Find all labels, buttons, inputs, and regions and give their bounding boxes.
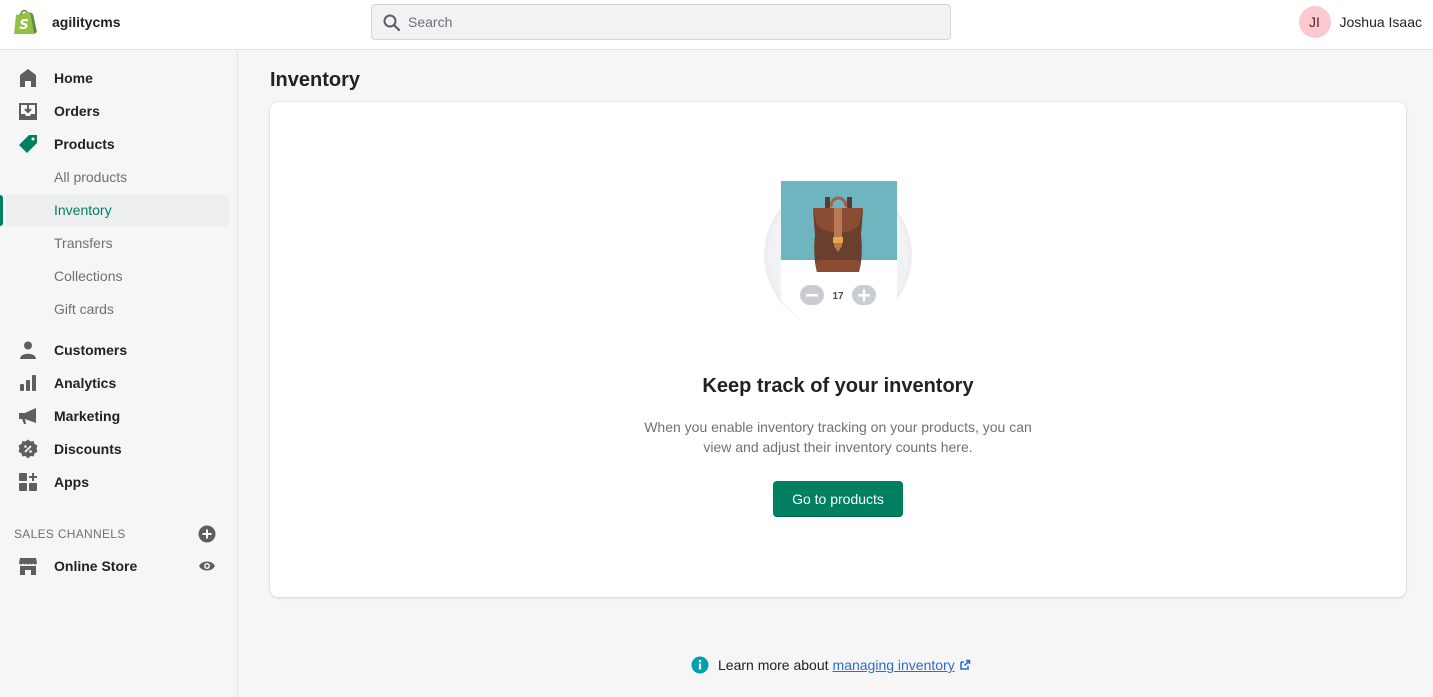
sidebar-item-discounts[interactable]: Discounts [0, 433, 238, 465]
search-icon [383, 14, 401, 32]
add-sales-channel-icon[interactable] [198, 525, 216, 543]
backpack-illustration: 17 [764, 181, 912, 330]
eye-icon[interactable] [198, 557, 216, 575]
sidebar: Home Orders Products All products Invent… [0, 51, 238, 697]
managing-inventory-link[interactable]: managing inventory [833, 657, 955, 673]
active-highlight [6, 194, 229, 226]
external-link-icon[interactable] [959, 659, 971, 671]
sidebar-item-label: Analytics [54, 375, 117, 391]
top-bar: S agilitycms JI Joshua Isaac [0, 0, 1433, 50]
apps-icon [19, 473, 37, 491]
tag-icon [19, 135, 37, 153]
sidebar-subitem-label: Transfers [54, 235, 113, 251]
megaphone-icon [19, 408, 36, 424]
illustration-counter: 17 [832, 291, 844, 302]
sidebar-item-label: Orders [54, 103, 100, 119]
sidebar-item-home[interactable]: Home [0, 62, 238, 94]
empty-state-title: Keep track of your inventory [702, 375, 974, 397]
sales-channels-heading: SALES CHANNELS [14, 527, 126, 541]
home-icon [20, 69, 36, 87]
sidebar-subitem-gift-cards[interactable]: Gift cards [0, 293, 238, 325]
sidebar-item-products[interactable]: Products [0, 128, 238, 160]
empty-state-description: When you enable inventory tracking on yo… [644, 419, 1032, 455]
discount-icon [18, 439, 38, 459]
sidebar-subitem-collections[interactable]: Collections [0, 260, 238, 292]
sidebar-item-label: Marketing [54, 408, 121, 424]
sidebar-item-analytics[interactable]: Analytics [0, 367, 238, 399]
sidebar-item-online-store[interactable]: Online Store [0, 550, 238, 582]
sidebar-item-apps[interactable]: Apps [0, 466, 238, 498]
empty-state-card: 17 Keep track of your inventory When you… [270, 102, 1406, 597]
store-name[interactable]: agilitycms [52, 14, 120, 30]
sidebar-subitem-label: Inventory [54, 202, 112, 218]
go-to-products-button[interactable]: Go to products [773, 481, 903, 517]
sidebar-subitem-label: All products [54, 169, 128, 185]
orders-icon [19, 103, 37, 120]
sidebar-subitem-label: Gift cards [54, 301, 114, 317]
sidebar-subitem-inventory[interactable]: Inventory [0, 194, 238, 226]
customer-icon [20, 341, 36, 359]
info-icon [691, 656, 709, 674]
search-bar[interactable] [371, 4, 951, 40]
sidebar-item-label: Home [54, 70, 93, 86]
sidebar-item-label: Products [54, 136, 115, 152]
sidebar-subitem-transfers[interactable]: Transfers [0, 227, 238, 259]
store-icon [19, 558, 37, 575]
footer-help-text: Learn more about [718, 657, 829, 673]
user-name: Joshua Isaac [1339, 14, 1423, 30]
shopify-logo-icon[interactable]: S [12, 8, 38, 36]
sidebar-item-label: Discounts [54, 441, 122, 457]
search-input[interactable] [408, 5, 938, 39]
sidebar-subitem-all-products[interactable]: All products [0, 161, 238, 193]
sidebar-item-marketing[interactable]: Marketing [0, 400, 238, 432]
analytics-icon [20, 375, 36, 391]
sidebar-subitem-label: Collections [54, 268, 123, 284]
sidebar-item-label: Customers [54, 342, 128, 358]
active-indicator [0, 194, 3, 226]
footer-help: Learn more about managing inventory [691, 655, 971, 675]
user-menu[interactable]: JI Joshua Isaac [1298, 0, 1433, 44]
sidebar-item-label: Online Store [54, 558, 138, 574]
page-title: Inventory [270, 69, 361, 91]
avatar: JI [1298, 6, 1331, 38]
svg-text:S: S [19, 18, 28, 33]
sidebar-item-orders[interactable]: Orders [0, 95, 238, 127]
sidebar-item-customers[interactable]: Customers [0, 334, 238, 366]
sidebar-item-label: Apps [54, 474, 89, 490]
